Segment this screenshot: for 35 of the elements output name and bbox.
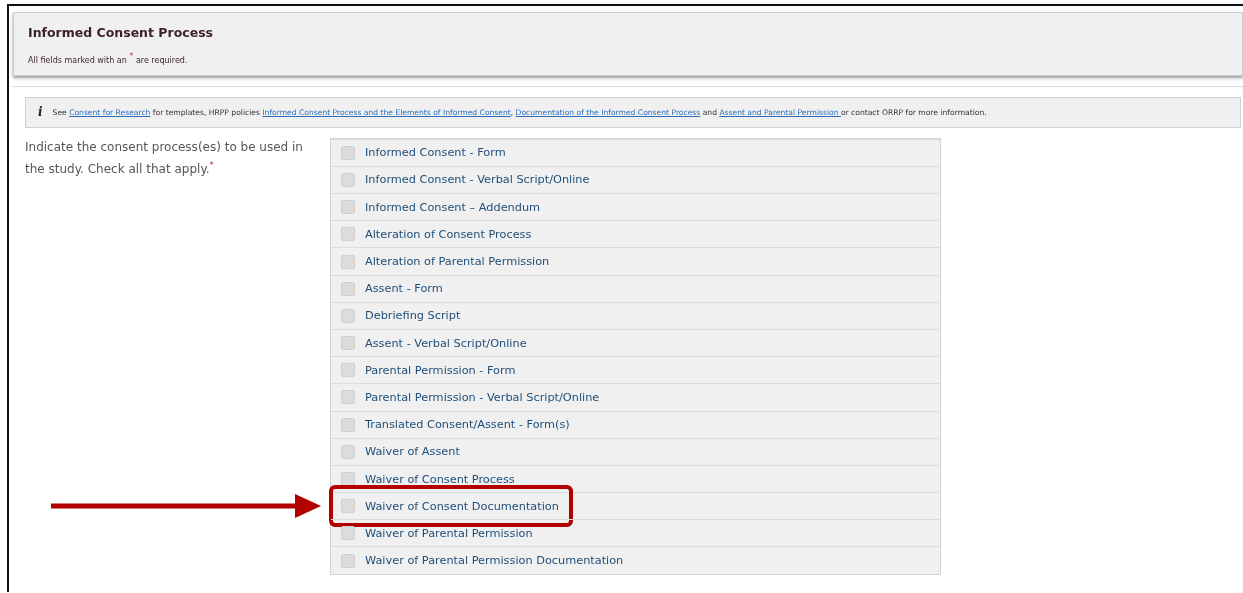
checkbox[interactable]: [341, 254, 355, 269]
option-label[interactable]: Waiver of Consent Process: [365, 472, 515, 486]
option-label[interactable]: Waiver of Assent: [365, 445, 460, 459]
section-title: Informed Consent Process: [28, 25, 215, 40]
option-label[interactable]: Parental Permission - Verbal Script/Online: [365, 390, 600, 404]
info-icon: i: [38, 105, 43, 120]
option-label[interactable]: Assent - Verbal Script/Online: [365, 336, 527, 350]
option-label[interactable]: Waiver of Parental Permission Documentation: [365, 554, 624, 568]
option-label[interactable]: Waiver of Parental Permission: [365, 526, 533, 540]
option-label[interactable]: Alteration of Parental Permission: [365, 255, 550, 268]
checkbox[interactable]: [341, 172, 355, 187]
checkbox[interactable]: [341, 363, 355, 378]
option-label[interactable]: Debriefing Script: [365, 309, 461, 323]
checkbox[interactable]: [341, 200, 355, 215]
checkbox[interactable]: [341, 553, 355, 568]
option-label[interactable]: Assent - Form: [365, 282, 443, 296]
checkbox[interactable]: [341, 145, 355, 160]
checkbox[interactable]: [341, 499, 355, 514]
checkbox[interactable]: [341, 472, 355, 486]
checkbox[interactable]: [341, 281, 355, 296]
option-label[interactable]: Informed Consent – Addendum: [365, 200, 541, 214]
option-label[interactable]: Translated Consent/Assent - Form(s): [365, 418, 570, 432]
checkbox[interactable]: [341, 227, 355, 242]
checkbox[interactable]: [341, 444, 355, 459]
option-label[interactable]: Alteration of Consent Process: [365, 227, 532, 241]
checkbox[interactable]: [341, 390, 355, 405]
checkbox[interactable]: [341, 417, 355, 432]
option-label[interactable]: Waiver of Consent Documentation: [365, 499, 559, 513]
checkbox[interactable]: [341, 308, 355, 323]
option-label[interactable]: Informed Consent - Form: [365, 146, 506, 160]
option-label[interactable]: Informed Consent - Verbal Script/Online: [365, 173, 590, 187]
option-label[interactable]: Parental Permission - Form: [365, 363, 516, 377]
checkbox[interactable]: [341, 526, 355, 541]
question-label: Indicate the consent process(es) to be used in the study. Check all that apply.$^{*}$: [25, 138, 304, 178]
checkbox[interactable]: [341, 336, 355, 351]
